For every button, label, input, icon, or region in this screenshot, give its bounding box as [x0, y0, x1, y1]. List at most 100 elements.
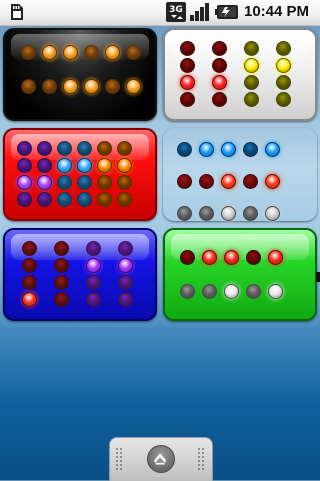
led-dot [77, 192, 92, 207]
widget-red[interactable] [3, 128, 157, 221]
widget-clear[interactable] [163, 128, 317, 221]
led-dot [37, 175, 52, 190]
app-drawer-button[interactable] [147, 445, 175, 473]
led-dot [21, 45, 36, 60]
led-dot [177, 206, 192, 221]
led-dot [97, 192, 112, 207]
led-dot [180, 75, 195, 90]
led-dot [276, 92, 291, 107]
signal-icon [190, 3, 209, 21]
led-dot [202, 284, 217, 299]
led-dot [97, 158, 112, 173]
led-dot [37, 192, 52, 207]
grip-icon [198, 448, 204, 470]
led-dot [246, 250, 261, 265]
led-dot [221, 206, 236, 221]
led-dot [177, 174, 192, 189]
led-dot [221, 174, 236, 189]
led-dot [244, 75, 259, 90]
led-dot [57, 158, 72, 173]
led-dot [86, 275, 101, 290]
led-dot [17, 175, 32, 190]
led-dot [63, 79, 78, 94]
led-dot [180, 284, 195, 299]
led-dot [77, 141, 92, 156]
led-dot [276, 41, 291, 56]
led-dot [118, 275, 133, 290]
led-dot [212, 58, 227, 73]
led-dot [199, 174, 214, 189]
led-dot [77, 158, 92, 173]
app-drawer-handle[interactable] [109, 437, 213, 481]
widget-blue[interactable] [3, 228, 157, 321]
led-dot [126, 45, 141, 60]
page-indicator [316, 272, 320, 282]
led-dot [244, 92, 259, 107]
led-dot [126, 79, 141, 94]
led-dot [268, 250, 283, 265]
led-dot [180, 250, 195, 265]
widget-white[interactable] [163, 28, 317, 121]
led-dot [265, 142, 280, 157]
led-dot [118, 258, 133, 273]
led-dot [243, 174, 258, 189]
led-dot [97, 175, 112, 190]
led-dot [212, 41, 227, 56]
led-dot [117, 192, 132, 207]
led-dot [265, 174, 280, 189]
led-dot [244, 41, 259, 56]
led-dot [84, 79, 99, 94]
led-dot [276, 58, 291, 73]
led-dot [97, 141, 112, 156]
led-dot [177, 142, 192, 157]
battery-icon [215, 5, 238, 19]
led-dot [221, 142, 236, 157]
status-time: 10:44 PM [244, 3, 310, 20]
grip-icon [116, 448, 122, 470]
led-dot [17, 141, 32, 156]
led-dot [86, 241, 101, 256]
led-dot [86, 292, 101, 307]
widget-green[interactable] [163, 228, 317, 321]
led-dot [22, 241, 37, 256]
led-dot [21, 79, 36, 94]
led-dot [199, 142, 214, 157]
led-dot [54, 241, 69, 256]
led-dot [77, 175, 92, 190]
led-dot [224, 250, 239, 265]
led-dot [37, 141, 52, 156]
led-dot [42, 79, 57, 94]
svg-text:3G: 3G [169, 5, 183, 15]
led-dot [118, 292, 133, 307]
led-dot [54, 292, 69, 307]
led-dot [224, 284, 239, 299]
led-dot [22, 275, 37, 290]
led-dot [105, 79, 120, 94]
led-dot [243, 206, 258, 221]
led-dot [265, 206, 280, 221]
chevron-up-icon [154, 453, 167, 465]
led-dot [118, 241, 133, 256]
led-dot [57, 141, 72, 156]
led-dot [84, 45, 99, 60]
led-dot [276, 75, 291, 90]
led-dot [117, 175, 132, 190]
led-dot [117, 141, 132, 156]
status-bar[interactable]: 3G 10:44 PM [0, 0, 320, 26]
led-dot [199, 206, 214, 221]
widget-black[interactable] [3, 28, 157, 121]
led-dot [180, 58, 195, 73]
led-dot [105, 45, 120, 60]
led-dot [22, 258, 37, 273]
led-dot [17, 158, 32, 173]
led-dot [42, 45, 57, 60]
led-dot [54, 258, 69, 273]
led-dot [86, 258, 101, 273]
led-dot [268, 284, 283, 299]
led-dot [180, 92, 195, 107]
led-dot [37, 158, 52, 173]
led-dot [243, 142, 258, 157]
led-dot [54, 275, 69, 290]
led-dot [202, 250, 217, 265]
led-dot [212, 75, 227, 90]
